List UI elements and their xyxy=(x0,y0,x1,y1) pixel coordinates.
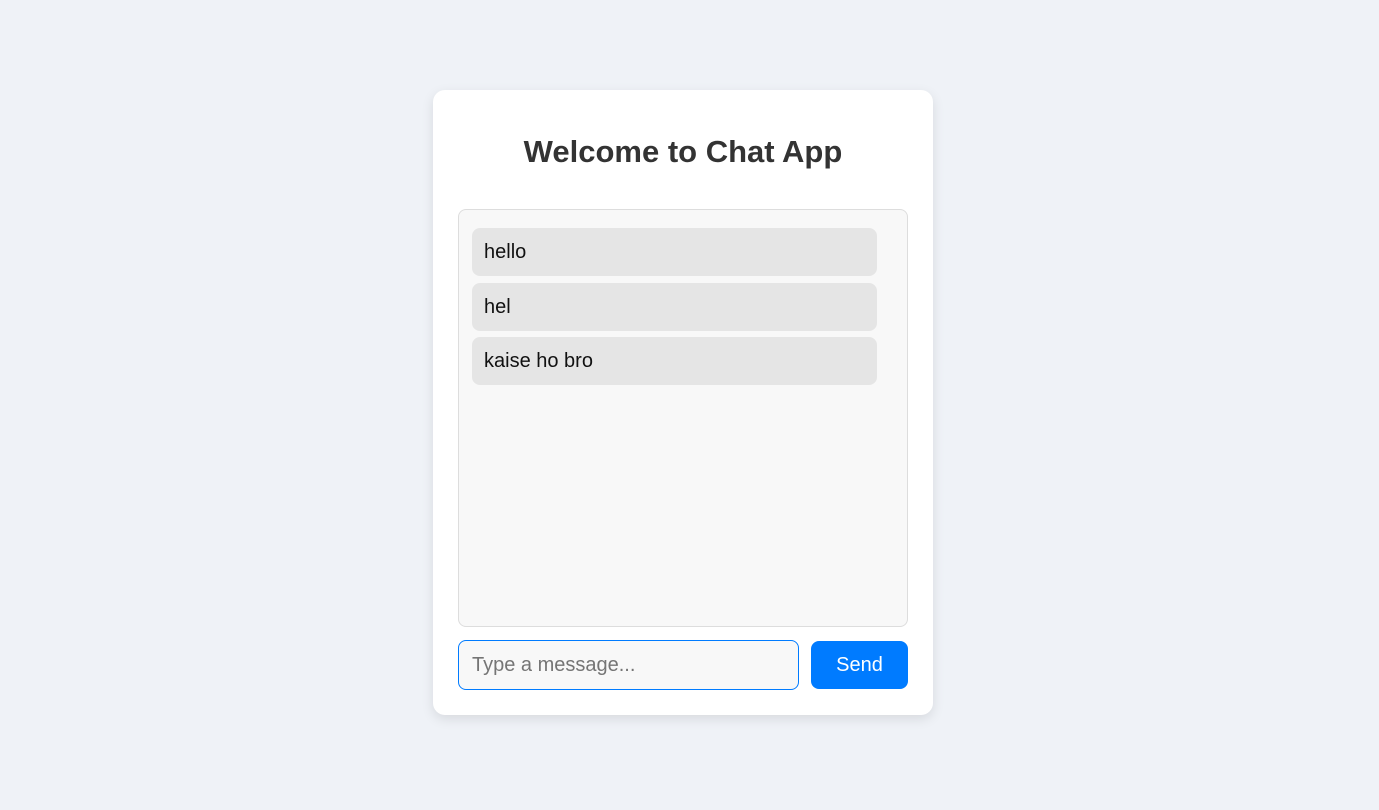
chat-message: kaise ho bro xyxy=(472,337,877,385)
chat-message: hello xyxy=(472,228,877,276)
chat-messages-box[interactable]: hello hel kaise ho bro xyxy=(458,209,908,627)
page-title: Welcome to Chat App xyxy=(523,134,843,169)
send-button[interactable]: Send xyxy=(811,641,908,689)
chat-card: Welcome to Chat App hello hel kaise ho b… xyxy=(433,90,933,715)
chat-message: hel xyxy=(472,283,877,331)
message-input[interactable] xyxy=(458,640,799,690)
